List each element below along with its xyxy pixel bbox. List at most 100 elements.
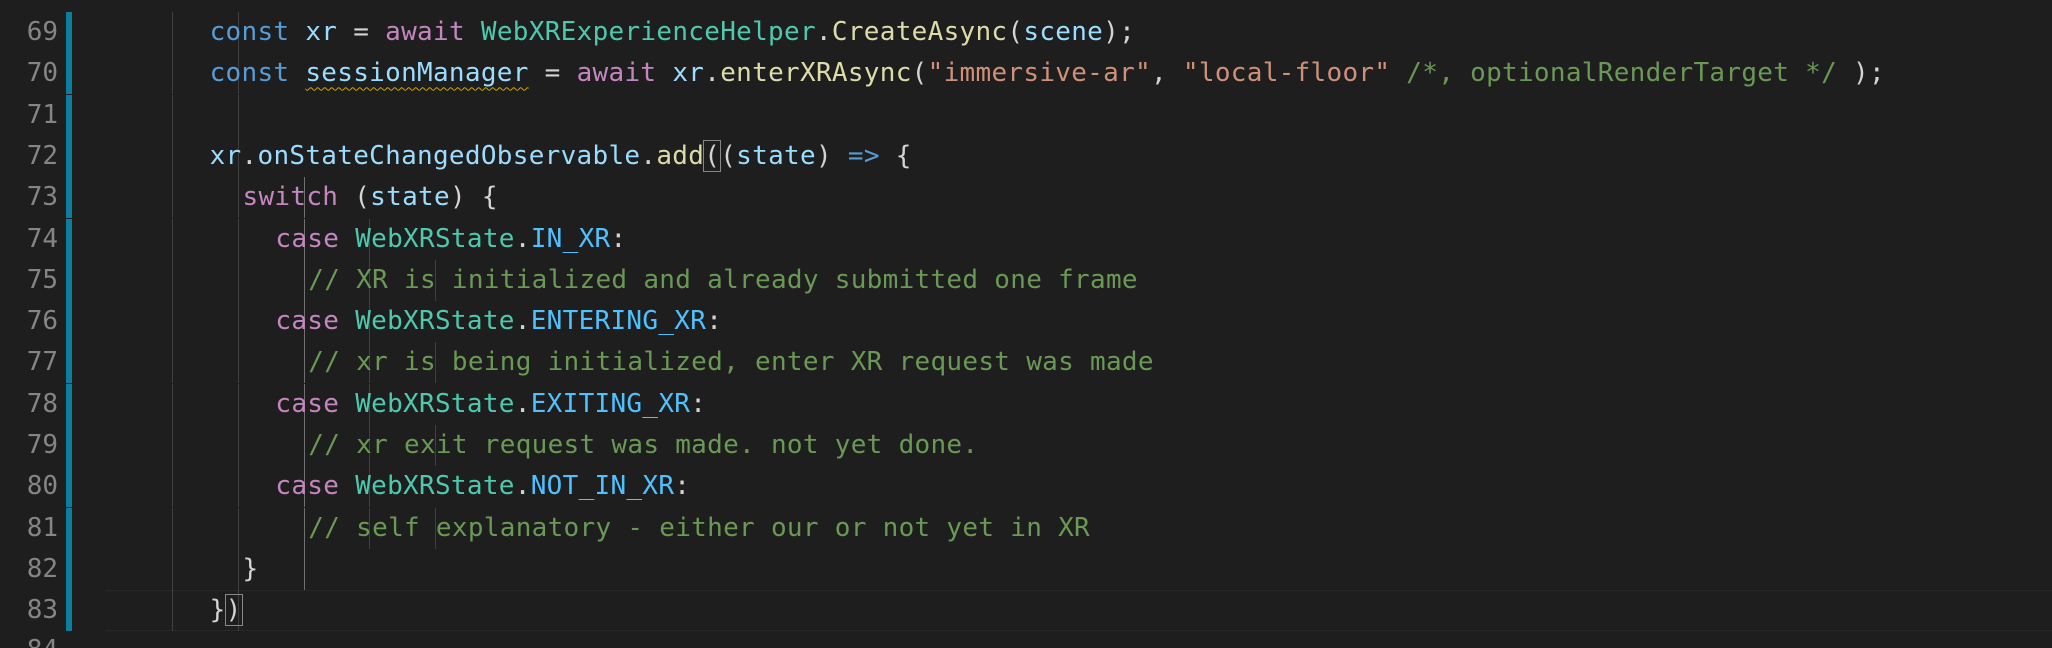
code-token: case bbox=[275, 388, 340, 419]
code-token: // XR is initialized and already submitt… bbox=[308, 264, 1138, 295]
indent-guide bbox=[303, 342, 305, 384]
code-token: scene bbox=[1023, 17, 1104, 47]
modified-line-marker[interactable] bbox=[66, 301, 72, 343]
modified-line-marker[interactable] bbox=[66, 507, 72, 549]
code-text[interactable]: xr.onStateChangedObservable.add((state) … bbox=[210, 136, 912, 177]
code-token: add bbox=[656, 140, 705, 171]
code-text[interactable]: case WebXRState.NOT_IN_XR: bbox=[275, 466, 690, 507]
modified-line-marker[interactable] bbox=[66, 135, 72, 177]
code-token: IN_XR bbox=[530, 223, 611, 254]
code-token: await bbox=[576, 58, 657, 89]
code-token: : bbox=[706, 306, 723, 337]
code-token: . bbox=[815, 17, 832, 47]
indent-guide bbox=[237, 94, 239, 136]
code-text[interactable]: case WebXRState.ENTERING_XR: bbox=[275, 301, 722, 342]
code-token: ) { bbox=[449, 182, 498, 213]
indent-guide bbox=[303, 425, 305, 466]
code-token: ( bbox=[1007, 17, 1024, 47]
code-token: CreateAsync bbox=[831, 17, 1008, 47]
code-line[interactable]: 81 // self explanatory - either our or no… bbox=[0, 507, 2052, 549]
code-token: . bbox=[514, 306, 531, 337]
code-line[interactable]: 75 // XR is initialized and already submi… bbox=[0, 259, 2052, 301]
code-token: xr bbox=[209, 140, 242, 171]
code-token: ( bbox=[703, 139, 722, 172]
code-text[interactable]: switch (state) { bbox=[243, 177, 498, 218]
code-token: = bbox=[337, 17, 386, 47]
line-number: 69 bbox=[26, 17, 58, 47]
line-number: 77 bbox=[26, 347, 58, 378]
code-token: ) bbox=[224, 594, 243, 627]
code-token: ENTERING_XR bbox=[530, 306, 707, 337]
code-token: const bbox=[209, 17, 290, 47]
modified-line-marker[interactable] bbox=[66, 548, 72, 590]
code-text[interactable]: const xr = await WebXRExperienceHelper.C… bbox=[210, 12, 1135, 53]
code-editor[interactable]: 68 84 69 const xr = await WebXRExperience… bbox=[0, 0, 2052, 648]
code-text[interactable]: // self explanatory - either our or not … bbox=[308, 508, 1090, 549]
code-text[interactable]: const sessionManager = await xr.enterXRA… bbox=[210, 53, 1885, 94]
modified-line-marker[interactable] bbox=[66, 425, 72, 466]
indent-guide bbox=[172, 466, 173, 508]
line-number: 74 bbox=[26, 223, 58, 254]
modified-line-marker[interactable] bbox=[66, 177, 72, 219]
code-token: WebXRState bbox=[355, 223, 515, 254]
code-token: WebXRState bbox=[355, 471, 515, 502]
code-token: : bbox=[690, 388, 707, 419]
code-line[interactable]: 70 const sessionManager = await xr.enterX… bbox=[0, 53, 2052, 95]
indent-guide bbox=[303, 259, 305, 301]
modified-line-marker[interactable] bbox=[66, 94, 72, 136]
code-token: . bbox=[514, 471, 531, 502]
code-text[interactable]: case WebXRState.IN_XR: bbox=[275, 219, 626, 260]
indent-guide bbox=[237, 507, 239, 549]
code-line[interactable]: 82} bbox=[0, 548, 2052, 590]
indent-guide bbox=[172, 342, 173, 384]
code-text[interactable]: // XR is initialized and already submitt… bbox=[308, 260, 1138, 301]
modified-line-marker[interactable] bbox=[66, 259, 72, 301]
code-text[interactable]: // xr is being initialized, enter XR req… bbox=[308, 342, 1154, 383]
code-line[interactable]: 83}) bbox=[0, 590, 2052, 632]
code-text[interactable]: } bbox=[243, 549, 259, 590]
modified-line-marker[interactable] bbox=[66, 53, 72, 95]
indent-guide bbox=[172, 53, 173, 95]
code-line[interactable]: 76 case WebXRState.ENTERING_XR: bbox=[0, 301, 2052, 343]
code-line[interactable]: 78 case WebXRState.EXITING_XR: bbox=[0, 383, 2052, 425]
code-token: xr bbox=[305, 17, 338, 47]
code-line[interactable]: 74 case WebXRState.IN_XR: bbox=[0, 218, 2052, 260]
code-line[interactable]: 79 // xr exit request was made. not yet d… bbox=[0, 425, 2052, 466]
code-line[interactable]: 72 xr.onStateChangedObservable.add((state… bbox=[0, 135, 2052, 177]
modified-line-marker[interactable] bbox=[66, 342, 72, 384]
line-number: 70 bbox=[26, 58, 58, 89]
code-line[interactable]: 73 switch (state) { bbox=[0, 177, 2052, 219]
indent-guide bbox=[237, 218, 239, 260]
modified-line-marker[interactable] bbox=[66, 218, 72, 260]
code-token: => bbox=[847, 140, 880, 171]
code-token: onStateChangedObservable bbox=[257, 140, 641, 171]
indent-guide bbox=[237, 342, 239, 384]
modified-line-marker[interactable] bbox=[66, 466, 72, 508]
code-line[interactable]: 80 case WebXRState.NOT_IN_XR: bbox=[0, 466, 2052, 508]
modified-line-marker[interactable] bbox=[66, 383, 72, 425]
code-token: : bbox=[610, 223, 627, 254]
code-text[interactable]: case WebXRState.EXITING_XR: bbox=[275, 384, 706, 425]
indent-guide bbox=[237, 301, 239, 343]
code-token: enterXRAsync bbox=[720, 58, 912, 89]
code-line[interactable]: 69 const xr = await WebXRExperienceHelper… bbox=[0, 12, 2052, 53]
code-token: // self explanatory - either our or not … bbox=[308, 512, 1091, 543]
code-line[interactable]: 77 // xr is being initialized, enter XR r… bbox=[0, 342, 2052, 384]
indent-guide bbox=[172, 507, 173, 549]
indent-guide bbox=[172, 425, 173, 466]
code-text[interactable]: }) bbox=[210, 590, 243, 631]
line-number: 80 bbox=[26, 471, 58, 502]
code-text[interactable]: // xr exit request was made. not yet don… bbox=[308, 425, 978, 466]
line-number: 76 bbox=[26, 306, 58, 337]
code-line[interactable]: 71 bbox=[0, 94, 2052, 136]
code-token: . bbox=[514, 223, 531, 254]
code-token: { bbox=[879, 140, 912, 171]
modified-line-marker[interactable] bbox=[66, 590, 72, 632]
modified-line-marker[interactable] bbox=[66, 12, 72, 53]
code-token: ( bbox=[720, 140, 737, 171]
indent-guide bbox=[172, 301, 173, 343]
code-token: /*, optionalRenderTarget */ bbox=[1406, 58, 1838, 89]
code-token: switch bbox=[242, 182, 339, 213]
